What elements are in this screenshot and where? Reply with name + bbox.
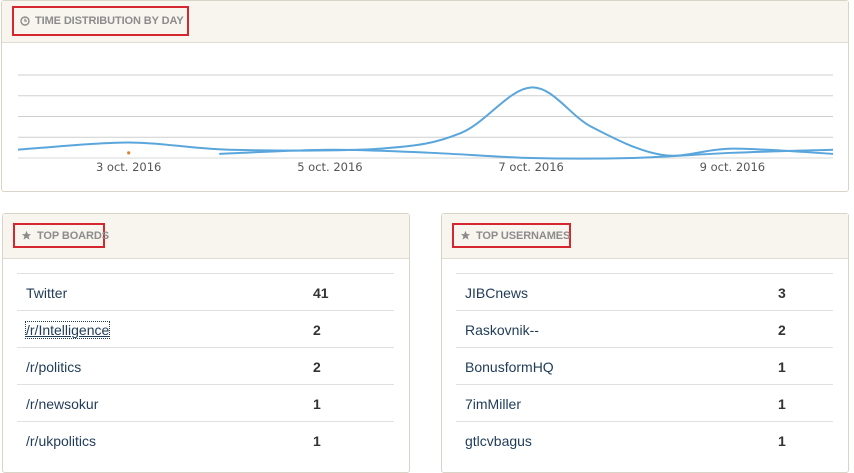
table-row: /r/politics 2 [17,347,394,384]
top-usernames-title: TOP USERNAMES [476,229,571,242]
top-boards-panel: TOP BOARDS Twitter 41 /r/Intelligence 2 … [2,213,410,473]
table-row: /r/Intelligence 2 [17,310,394,347]
username-count: 1 [778,396,786,412]
star-icon [460,230,471,240]
board-link[interactable]: /r/ukpolitics [26,433,96,449]
table-row: 7imMiller 1 [456,384,833,421]
board-link[interactable]: /r/Intelligence [24,321,111,339]
board-count: 2 [313,359,321,375]
board-link[interactable]: /r/politics [26,359,81,375]
data-point-marker [127,151,131,155]
board-link[interactable]: /r/newsokur [26,396,98,412]
table-row: BonusformHQ 1 [456,347,833,384]
x-tick-label: 7 oct. 2016 [498,160,564,174]
table-row: JIBCnews 3 [456,273,833,310]
top-usernames-table: JIBCnews 3 Raskovnik-- 2 BonusformHQ 1 7… [456,273,833,458]
board-count: 41 [313,285,329,301]
board-count: 1 [313,396,321,412]
x-tick-label: 9 oct. 2016 [699,160,766,174]
username-count: 1 [778,359,786,375]
x-tick-label: 5 oct. 2016 [297,160,363,174]
username-link[interactable]: 7imMiller [465,396,521,412]
username-link[interactable]: JIBCnews [465,285,528,301]
top-usernames-title-box: TOP USERNAMES [452,223,571,248]
board-count: 2 [313,322,321,338]
time-distribution-panel: TIME DISTRIBUTION BY DAY 3 oct. 2016 5 oc… [1,0,849,192]
top-usernames-panel: TOP USERNAMES JIBCnews 3 Raskovnik-- 2 B… [441,213,849,473]
top-boards-title: TOP BOARDS [37,229,109,242]
top-boards-table: Twitter 41 /r/Intelligence 2 /r/politics… [17,273,394,458]
username-count: 1 [778,433,786,449]
table-row: Twitter 41 [17,273,394,310]
top-boards-title-box: TOP BOARDS [13,223,109,248]
table-row: /r/newsokur 1 [17,384,394,421]
board-link[interactable]: Twitter [26,285,67,301]
username-link[interactable]: gtlcvbagus [465,433,532,449]
username-link[interactable]: Raskovnik-- [465,322,539,338]
username-count: 3 [778,285,786,301]
series-line-1 [17,86,834,157]
table-row: Raskovnik-- 2 [456,310,833,347]
table-row: /r/ukpolitics 1 [17,421,394,458]
x-tick-label: 3 oct. 2016 [95,160,162,174]
board-count: 1 [313,433,321,449]
star-icon [21,230,32,240]
table-row: gtlcvbagus 1 [456,421,833,458]
username-link[interactable]: BonusformHQ [465,359,554,375]
username-count: 2 [778,322,786,338]
